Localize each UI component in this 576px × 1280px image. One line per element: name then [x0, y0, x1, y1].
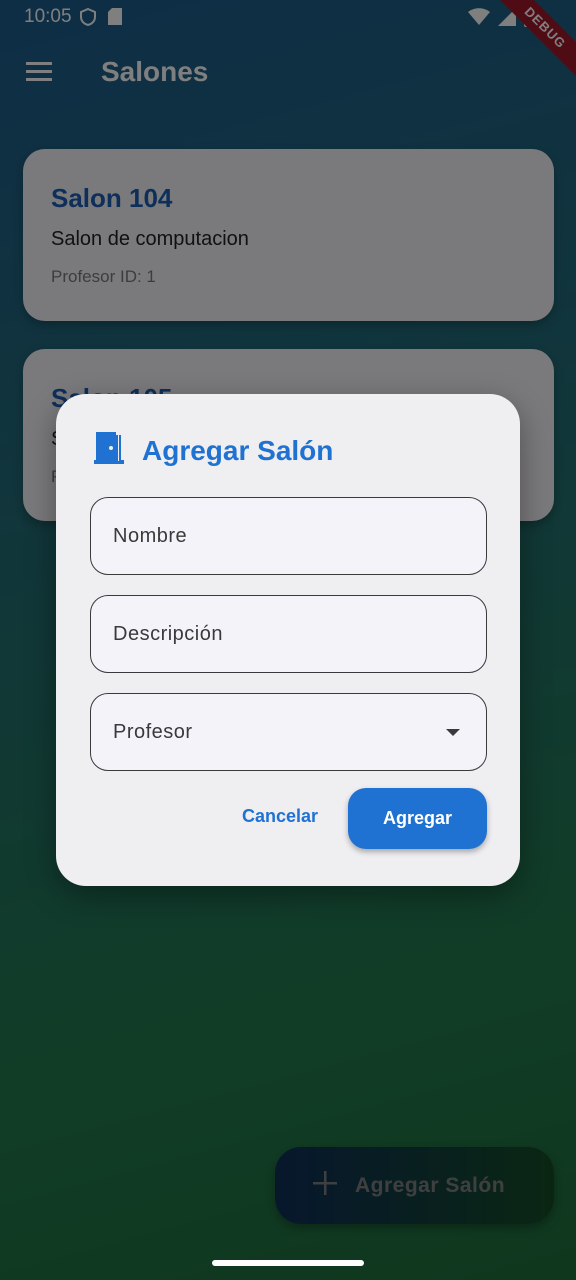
add-button[interactable]: Agregar [348, 788, 487, 849]
chevron-down-icon [446, 729, 460, 736]
name-field[interactable]: Nombre [90, 497, 487, 575]
dialog-title: Agregar Salón [142, 434, 334, 466]
dialog-header: Agregar Salón [94, 432, 333, 469]
add-salon-dialog: Agregar Salón Nombre Descripción Profeso… [56, 394, 520, 886]
add-button-label: Agregar [382, 808, 453, 828]
name-field-label: Nombre [113, 524, 188, 547]
door-icon [94, 432, 124, 469]
description-field[interactable]: Descripción [90, 595, 487, 673]
cancel-button[interactable]: Cancelar [242, 806, 318, 827]
home-indicator[interactable] [212, 1260, 364, 1266]
description-field-label: Descripción [113, 622, 223, 645]
professor-dropdown[interactable]: Profesor [90, 693, 487, 771]
professor-dropdown-label: Profesor [113, 720, 193, 743]
